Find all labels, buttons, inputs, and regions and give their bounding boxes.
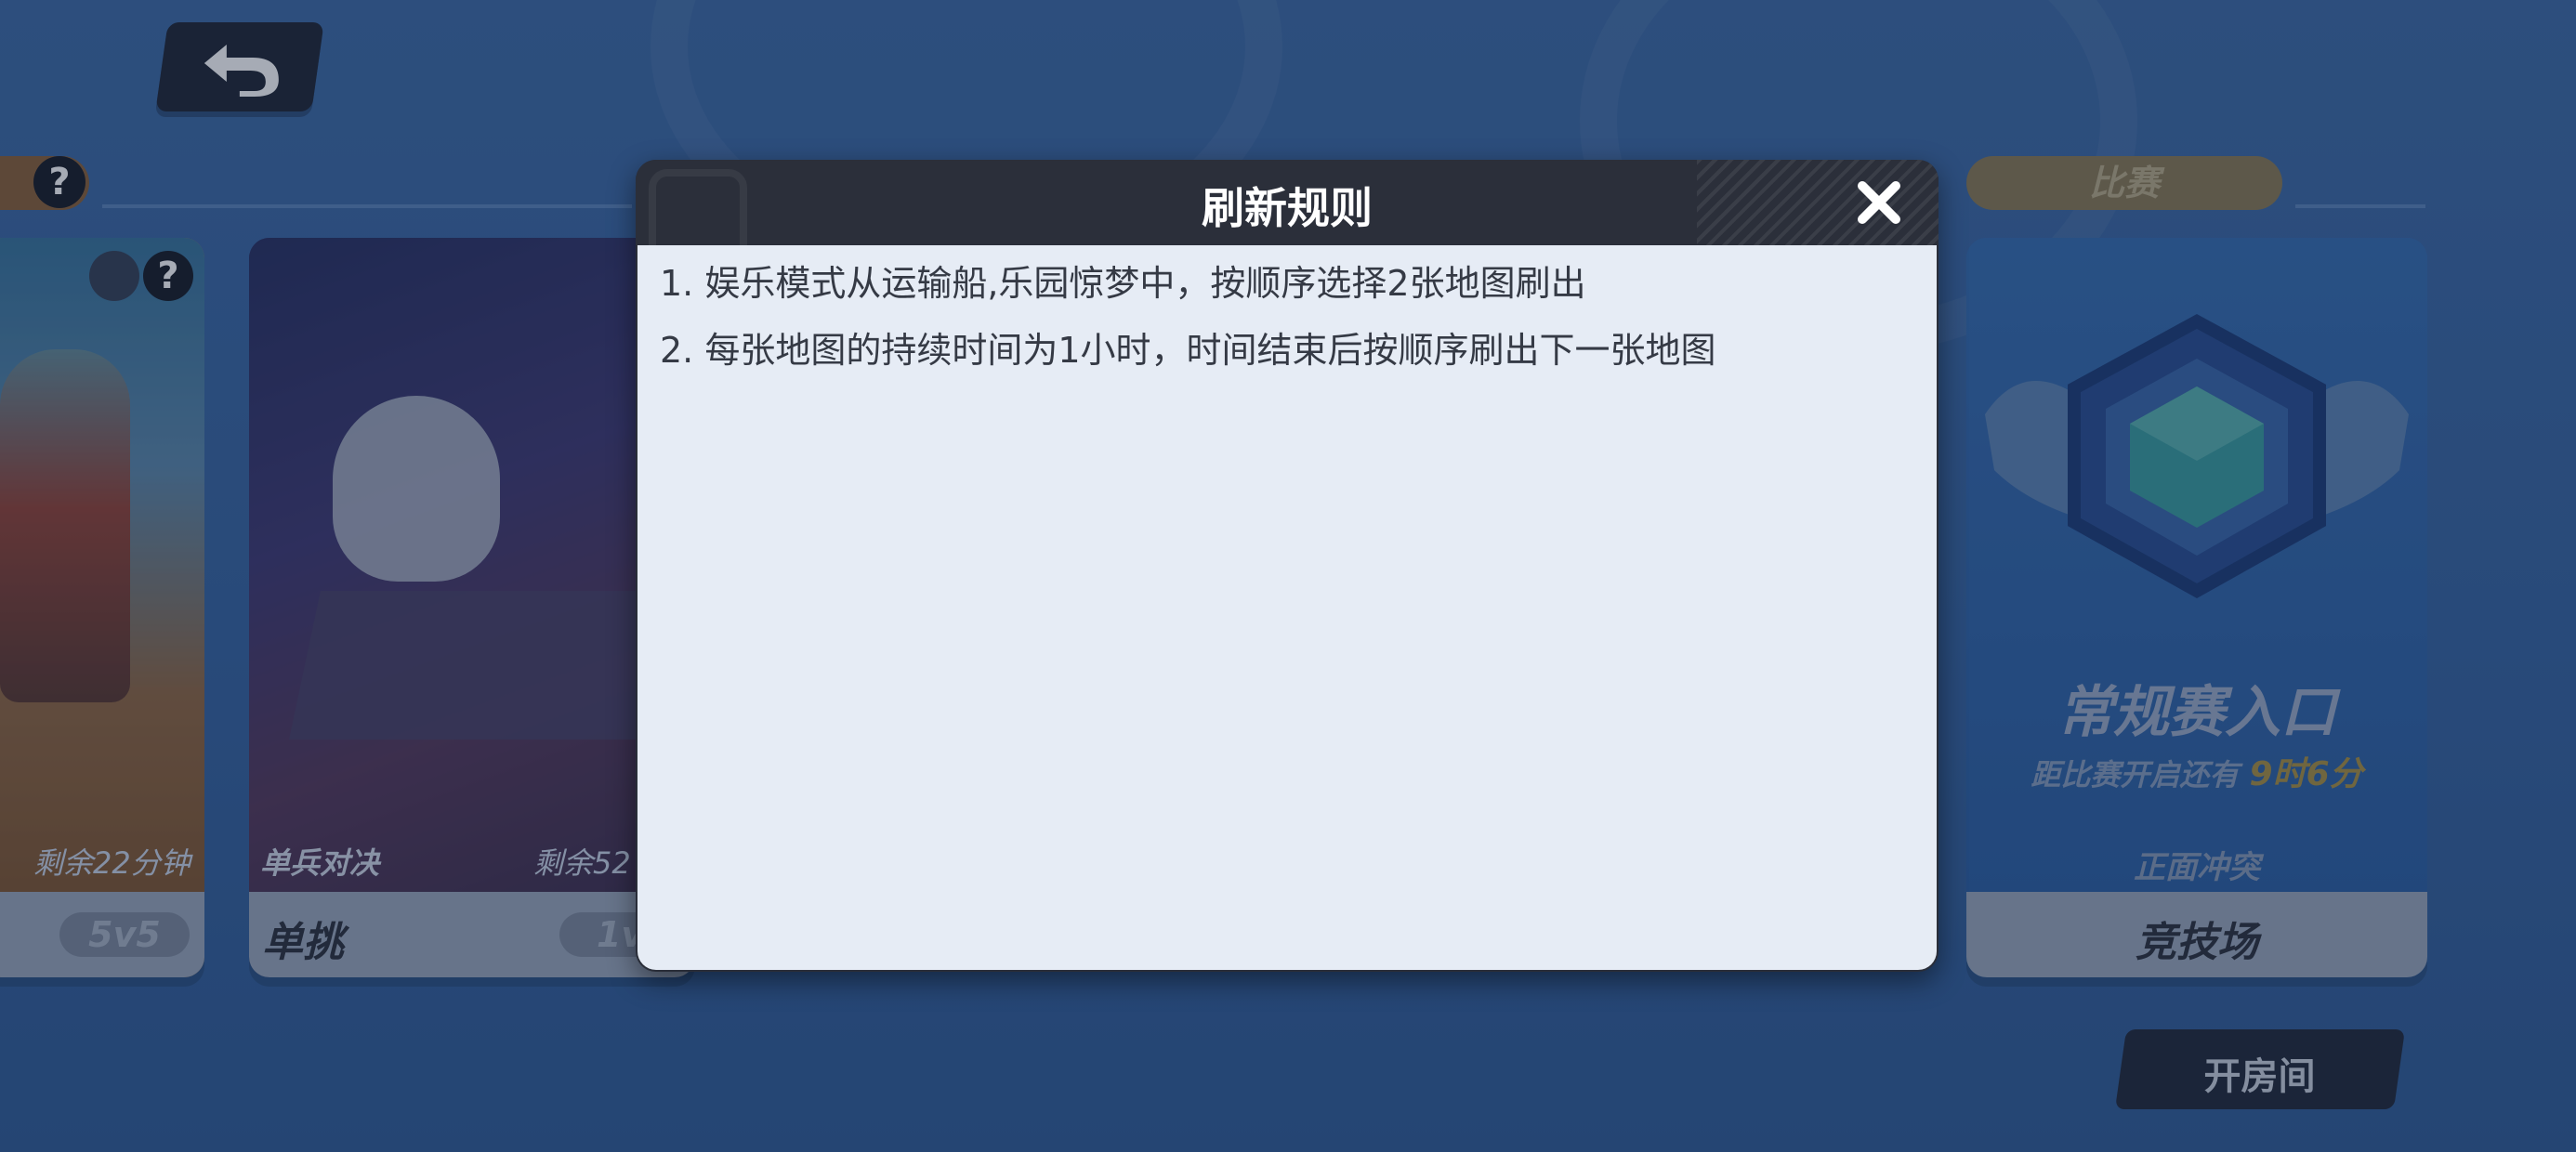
rule-item: 2. 每张地图的持续时间为1小时，时间结束后按顺序刷出下一张地图 — [660, 330, 1716, 371]
dialog-body: 1. 娱乐模式从运输船,乐园惊梦中，按顺序选择2张地图刷出 2. 每张地图的持续… — [637, 245, 1937, 970]
rule-item: 1. 娱乐模式从运输船,乐园惊梦中，按顺序选择2张地图刷出 — [660, 263, 1586, 304]
dialog-title: 刷新规则 — [1202, 183, 1373, 233]
dialog-header: 刷新规则 — [636, 160, 1939, 268]
refresh-rules-dialog: 刷新规则 1. 娱乐模式从运输船,乐园惊梦中，按顺序选择2张地图刷出 2. 每张… — [636, 160, 1939, 972]
close-icon[interactable] — [1855, 178, 1903, 227]
